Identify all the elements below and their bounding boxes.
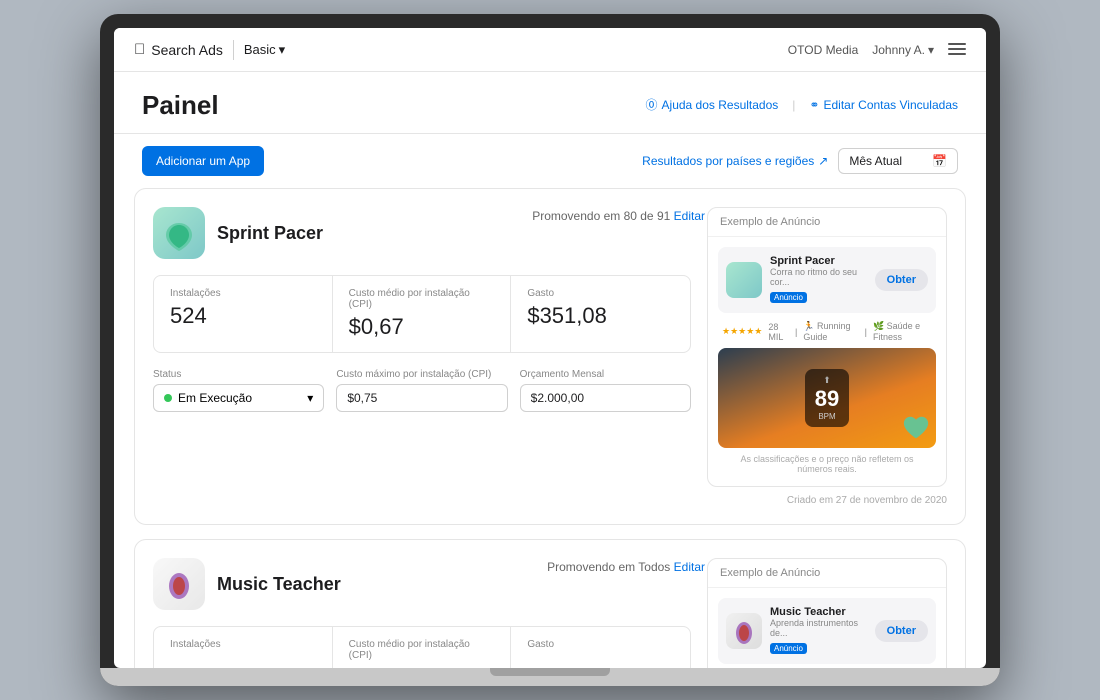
results-link[interactable]: Resultados por países e regiões ↗ xyxy=(642,154,828,168)
page-header: Painel ⓪ Ajuda dos Resultados | ⚭ Editar… xyxy=(114,72,986,134)
ad-get-button-sprint[interactable]: Obter xyxy=(875,269,928,291)
org-name: OTOD Media xyxy=(788,43,858,57)
controls-row-sprint: Status Em Execução ▾ Custo máximo por in… xyxy=(153,369,691,412)
nav-right: OTOD Media Johnny A. ▾ xyxy=(788,43,966,57)
header-actions: ⓪ Ajuda dos Resultados | ⚭ Editar Contas… xyxy=(646,96,958,113)
chevron-icon: ▾ xyxy=(307,391,313,405)
card-left-music: Music Teacher Promovendo em Todos Editar… xyxy=(153,558,691,668)
date-selector[interactable]: Mês Atual 📅 xyxy=(838,148,958,174)
status-dot xyxy=(164,394,172,402)
ad-top-music: Music Teacher Aprenda instrumentos de...… xyxy=(718,598,936,664)
laptop-frame:  Search Ads Basic ▾ OTOD Media Johnny A… xyxy=(100,14,1000,686)
ad-example-music: Exemplo de Anúncio Musi xyxy=(707,558,947,668)
edit-accounts-link[interactable]: ⚭ Editar Contas Vinculadas xyxy=(809,98,958,112)
stat-installs: Instalações 524 xyxy=(154,276,333,352)
ad-top-sprint: Sprint Pacer Corra no ritmo do seu cor..… xyxy=(718,247,936,313)
ad-example-sprint: Exemplo de Anúncio Sprint Pacer Corra no… xyxy=(707,207,947,506)
export-icon: ↗ xyxy=(818,154,828,168)
app-icon-music xyxy=(153,558,205,610)
ad-get-button-music[interactable]: Obter xyxy=(875,620,928,642)
ad-preview-sprint: Exemplo de Anúncio Sprint Pacer Corra no… xyxy=(707,207,947,487)
nav-bar:  Search Ads Basic ▾ OTOD Media Johnny A… xyxy=(114,28,986,72)
max-cpi-control: Custo máximo por instalação (CPI) xyxy=(336,369,507,412)
app-name-music: Music Teacher xyxy=(217,574,341,595)
edit-link-sprint[interactable]: Editar xyxy=(674,209,705,223)
app-icon-sprint xyxy=(153,207,205,259)
stat-spend: Gasto $351,08 xyxy=(511,276,690,352)
plan-selector[interactable]: Basic ▾ xyxy=(244,42,285,58)
question-icon: ⓪ xyxy=(646,96,658,113)
card-footer-sprint: Criado em 27 de novembro de 2020 xyxy=(707,487,947,506)
cards-area: Sprint Pacer Promovendo em 80 de 91 Edit… xyxy=(114,188,986,668)
ad-preview-music: Exemplo de Anúncio Musi xyxy=(707,558,947,668)
calendar-icon: 📅 xyxy=(932,154,947,168)
max-cpi-input[interactable] xyxy=(336,384,507,412)
ad-icon-music xyxy=(726,613,762,649)
logo:  Search Ads xyxy=(134,41,223,58)
app-card-sprint-pacer: Sprint Pacer Promovendo em 80 de 91 Edit… xyxy=(134,188,966,525)
link-icon: ⚭ xyxy=(809,98,819,112)
layout-toggle[interactable] xyxy=(948,43,966,57)
card-left-sprint: Sprint Pacer Promovendo em 80 de 91 Edit… xyxy=(153,207,691,506)
budget-input[interactable] xyxy=(520,384,691,412)
toolbar: Adicionar um App Resultados por países e… xyxy=(114,134,986,188)
page-title: Painel xyxy=(142,90,219,121)
promoting-info-sprint: Promovendo em 80 de 91 Editar xyxy=(532,209,705,223)
stat-cpi: Custo médio por instalação (CPI) $0,67 xyxy=(333,276,512,352)
add-app-button[interactable]: Adicionar um App xyxy=(142,146,264,176)
nav-divider xyxy=(233,40,234,60)
stats-row-sprint: Instalações 524 Custo médio por instalaç… xyxy=(153,275,691,353)
search-ads-label: Search Ads xyxy=(151,42,223,58)
promoting-info-music: Promovendo em Todos Editar xyxy=(547,560,705,574)
status-select[interactable]: Em Execução ▾ xyxy=(153,384,324,412)
ad-image-sprint: ⬆ 89 BPM xyxy=(718,348,936,448)
app-name-sprint: Sprint Pacer xyxy=(217,223,323,244)
apple-icon:  xyxy=(134,41,145,58)
stats-row-music: Instalações Custo médio por instalação (… xyxy=(153,626,691,668)
edit-link-music[interactable]: Editar xyxy=(674,560,705,574)
user-menu[interactable]: Johnny A. ▾ xyxy=(872,43,934,57)
toolbar-right: Resultados por países e regiões ↗ Mês At… xyxy=(642,148,958,174)
laptop-base xyxy=(100,668,1000,686)
heart-icon xyxy=(902,414,930,442)
ad-icon-sprint xyxy=(726,262,762,298)
budget-control: Orçamento Mensal xyxy=(520,369,691,412)
app-card-music-teacher: Music Teacher Promovendo em Todos Editar… xyxy=(134,539,966,668)
help-link[interactable]: ⓪ Ajuda dos Resultados xyxy=(646,96,779,113)
status-control: Status Em Execução ▾ xyxy=(153,369,324,412)
screen:  Search Ads Basic ▾ OTOD Media Johnny A… xyxy=(114,28,986,668)
